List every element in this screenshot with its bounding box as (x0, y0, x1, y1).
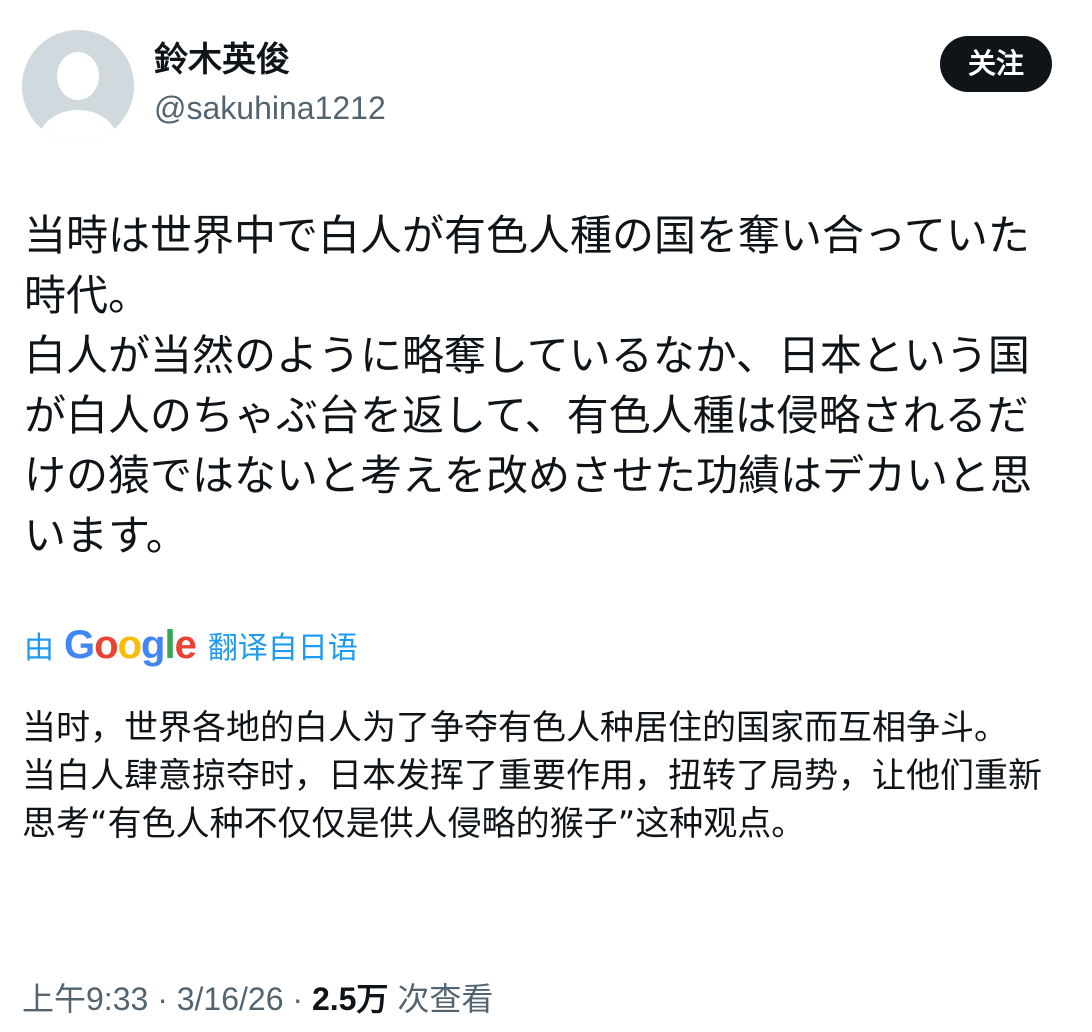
meta-separator: · (148, 981, 177, 1017)
google-logo-letter: e (174, 622, 197, 667)
translate-by-label: 由 (24, 631, 54, 666)
translation-attribution[interactable]: 由 Google 翻译自日语 (24, 620, 358, 670)
display-name[interactable]: 鈴木英俊 (154, 38, 386, 82)
meta-separator: · (283, 981, 312, 1017)
tweet-translated-text: 当时，世界各地的白人为了争夺有色人种居住的国家而互相争斗。 当白人肆意掠夺时，日… (22, 708, 1042, 844)
views-label: 次查看 (397, 981, 494, 1017)
google-logo-letter: o (94, 622, 118, 667)
google-logo-letter: l (164, 622, 175, 667)
tweet-header: 鈴木英俊 @sakuhina1212 关注 (22, 30, 1052, 142)
google-logo-letter: o (117, 622, 142, 667)
google-logo-letter: G (64, 622, 95, 667)
default-avatar-icon (22, 30, 134, 142)
avatar[interactable] (22, 30, 134, 142)
tweet-date[interactable]: 3/16/26 (177, 981, 284, 1017)
tweet-meta: 上午9:33 · 3/16/26 · 2.5万 次查看 (22, 976, 493, 1022)
views-count: 2.5万 (311, 981, 389, 1017)
tweet-time[interactable]: 上午9:33 (22, 981, 148, 1017)
google-logo-letter: g (141, 622, 165, 667)
tweet-card: 鈴木英俊 @sakuhina1212 关注 当時は世界中で白人が有色人種の国を奪… (0, 0, 1092, 1032)
follow-button[interactable]: 关注 (939, 36, 1052, 92)
tweet-original-text: 当時は世界中で白人が有色人種の国を奪い合っていた時代。 白人が当然のように略奪し… (24, 211, 1033, 560)
google-logo: Google (64, 622, 197, 668)
user-names: 鈴木英俊 @sakuhina1212 (154, 38, 386, 130)
user-handle[interactable]: @sakuhina1212 (154, 86, 386, 130)
translate-source-label[interactable]: 翻译自日语 (208, 623, 358, 667)
